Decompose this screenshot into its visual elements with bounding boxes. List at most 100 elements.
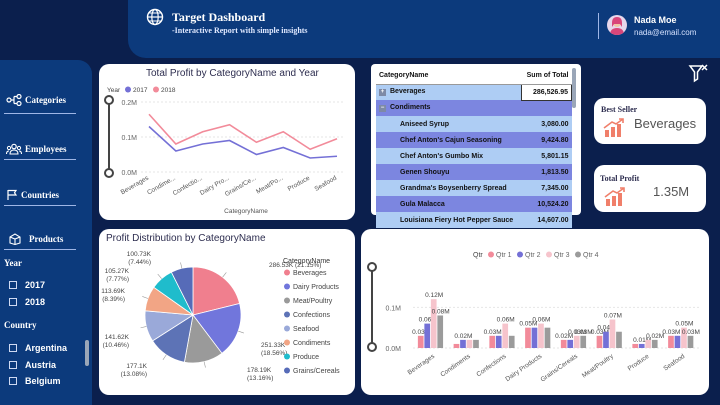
bar-Qtr 1 [632, 343, 639, 348]
legend-marker [546, 251, 552, 258]
table-cell-name: Chef Anton's Gumbo Mix [400, 152, 484, 160]
bar-data-label: 0.03M [484, 329, 502, 336]
pie-data-label: (13.08%) [121, 371, 147, 378]
sidebar-item-countries[interactable]: Countries [6, 186, 78, 204]
legend-marker [284, 311, 290, 318]
legend-marker [575, 251, 581, 258]
bar-Qtr 3 [466, 339, 473, 348]
table-cell-name: Gula Malacca [400, 200, 445, 208]
checkbox[interactable] [9, 377, 17, 385]
sidebar-item-categories[interactable]: Categories [6, 91, 78, 109]
bar-Qtr 4 [473, 339, 479, 348]
bar-Qtr 2 [603, 331, 609, 348]
products-icon [9, 233, 21, 245]
country-option-label: Austria [25, 360, 57, 370]
matrix-group-row[interactable]: − Condiments [376, 100, 572, 116]
table-cell-value: 9,424.80 [541, 136, 569, 144]
checkbox[interactable] [9, 361, 17, 369]
clear-filter-icon[interactable] [688, 62, 710, 84]
bar-Qtr 2 [460, 339, 466, 348]
checkbox[interactable] [9, 281, 17, 289]
checkbox[interactable] [9, 298, 17, 306]
sidebar-item-label: Products [29, 234, 64, 244]
country-list-scrollbar[interactable] [85, 340, 89, 366]
table-cell-name: Chef Anton's Cajun Seasoning [400, 136, 502, 144]
country-filter-label: Country [4, 320, 37, 330]
bar-Qtr 2 [567, 339, 574, 348]
pie-leader-line [162, 354, 167, 361]
legend-label: Confections [293, 312, 330, 319]
matrix-scrollbar[interactable] [572, 68, 576, 108]
matrix-header-total[interactable]: Sum of Total [521, 68, 572, 85]
sidebar-item-products[interactable]: Products [8, 230, 80, 248]
y-tick-label: 0.2M [121, 100, 137, 107]
page-subtitle: -Interactive Report with simple insights [172, 26, 308, 35]
legend-marker [284, 339, 290, 346]
x-tick-label: Produce [627, 353, 651, 373]
bar-data-label: 0.12M [425, 292, 443, 299]
legend-marker [284, 283, 290, 290]
sidebar-item-employees[interactable]: Employees [6, 140, 78, 158]
x-tick-label: Grains/Cereals [539, 352, 579, 383]
checkbox[interactable] [9, 344, 17, 352]
legend-title: Year [107, 87, 121, 94]
year-option-label: 2017 [25, 280, 46, 290]
bar-Qtr 1 [417, 335, 424, 348]
sidebar-item-label: Countries [21, 190, 59, 200]
category-matrix-table: CategoryName Sum of Total + Beverages 286… [376, 68, 572, 228]
bar-Qtr 1 [525, 327, 531, 348]
table-row[interactable]: Chef Anton's Cajun Seasoning 9,424.80 [376, 132, 572, 148]
expand-icon[interactable]: + [379, 89, 386, 97]
matrix-group-name: Condiments [390, 104, 431, 112]
x-tick-label: Seafood [662, 353, 686, 373]
collapse-icon[interactable]: − [379, 105, 386, 113]
pie-data-label: (7.77%) [106, 276, 129, 283]
matrix-header-category[interactable]: CategoryName [376, 68, 522, 85]
trend-up-icon [604, 187, 625, 206]
legend-marker [517, 251, 523, 258]
series-line-2017 [148, 125, 338, 159]
matrix-group-row[interactable]: + Beverages 286,526.95 [376, 83, 572, 101]
country-option-austria[interactable]: Austria [9, 360, 56, 370]
legend-label: 2018 [161, 87, 176, 94]
pie-data-label: 100.73K [127, 251, 152, 258]
legend-label: Beverages [293, 270, 327, 277]
country-option-belgium[interactable]: Belgium [9, 376, 61, 386]
table-cell-value: 3,080.00 [541, 120, 569, 128]
table-cell-value: 5,801.15 [541, 152, 569, 160]
table-row[interactable]: Louisiana Fiery Hot Pepper Sauce 14,607.0… [376, 212, 572, 228]
bar-Qtr 2 [495, 335, 502, 348]
legend-marker [125, 86, 131, 93]
x-axis-label: CategoryName [224, 208, 268, 215]
table-row[interactable]: Grandma's Boysenberry Spread 7,345.00 [376, 180, 572, 196]
table-row[interactable]: Aniseed Syrup 3,080.00 [376, 116, 572, 132]
table-row[interactable]: Gula Malacca 10,524.20 [376, 196, 572, 212]
bar-Qtr 4 [508, 335, 515, 348]
nav-divider [4, 249, 76, 250]
legend-label: Dairy Products [293, 284, 339, 291]
country-option-argentina[interactable]: Argentina [9, 343, 67, 353]
bar-data-label: 0.08M [432, 308, 450, 315]
pie-data-label: 113.69K [101, 288, 125, 295]
user-name: Nada Moe [634, 15, 677, 25]
year-filter-label: Year [4, 258, 22, 268]
x-tick-label: Meat/Poultry [581, 352, 616, 379]
x-tick-label: Dairy Products [504, 352, 544, 383]
bar-Qtr 2 [531, 327, 538, 348]
y-tick-label: 0.1M [121, 135, 137, 142]
table-row[interactable]: Genen Shouyu 1,813.50 [376, 164, 572, 180]
legend-marker [284, 367, 290, 374]
country-option-label: Argentina [25, 343, 68, 353]
avatar[interactable] [607, 15, 627, 35]
matrix-header-row: CategoryName Sum of Total [376, 68, 572, 85]
y-tick-label: 0.0M [121, 170, 137, 177]
year-option-2018[interactable]: 2018 [9, 297, 45, 307]
table-row[interactable]: Chef Anton's Gumbo Mix 5,801.15 [376, 148, 572, 164]
table-cell-value: 10,524.20 [537, 200, 569, 208]
table-cell-value: 7,345.00 [541, 184, 569, 192]
year-option-2017[interactable]: 2017 [9, 280, 45, 290]
pie-leader-line [238, 330, 244, 334]
country-option-label: Belgium [25, 376, 61, 386]
matrix-group-name: Beverages [390, 88, 426, 96]
x-tick-label: Confectio... [172, 175, 204, 198]
